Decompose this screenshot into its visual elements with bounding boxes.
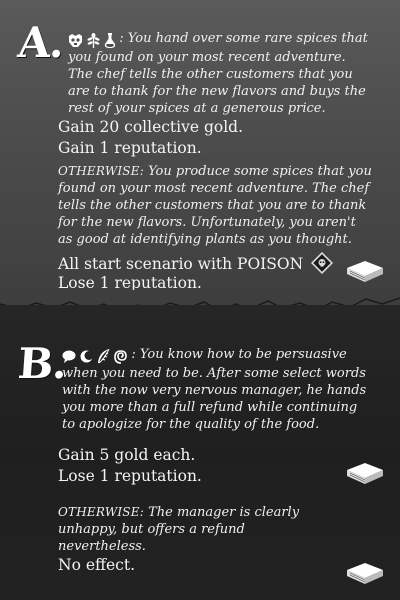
poison-icon <box>311 251 334 280</box>
requirement-icons <box>68 32 116 49</box>
feather-icon <box>98 348 110 364</box>
spiral-icon <box>114 349 128 364</box>
option-b-effect-2: Lose 1 reputation. <box>58 467 202 485</box>
option-a-letter: A. <box>16 18 65 67</box>
book-icon <box>347 563 383 584</box>
otherwise-label: OTHERWISE: <box>58 164 144 178</box>
herb-sprig-icon <box>87 33 100 48</box>
option-b-otherwise-effect-1: No effect. <box>58 556 136 574</box>
poison-effect-text: All start scenario with POISON <box>58 255 304 273</box>
option-a-effect-2: Gain 1 reputation. <box>58 139 202 157</box>
speech-bubble-icon <box>62 350 76 363</box>
skull-mask-icon <box>69 33 82 47</box>
option-a-panel: A. : You hand over some rare spices that… <box>0 0 400 305</box>
crescent-moon-icon <box>80 350 94 363</box>
option-a-effect-1: Gain 20 collective gold. <box>58 118 244 136</box>
option-a-otherwise: OTHERWISE: You produce some spices that … <box>58 163 373 248</box>
otherwise-label: OTHERWISE: <box>58 505 144 519</box>
requirement-icons <box>62 348 128 365</box>
option-b-panel: B. : You know how to be persuasive when … <box>0 305 400 600</box>
option-b-intro: : You know how to be persuasive when you… <box>62 346 374 433</box>
option-b-letter: B. <box>16 339 68 388</box>
option-a-intro: : You hand over some rare spices that yo… <box>68 30 373 117</box>
option-b-effect-1: Gain 5 gold each. <box>58 446 196 464</box>
option-b-otherwise: OTHERWISE: The manager is clearly unhapp… <box>58 504 318 555</box>
book-icon <box>347 463 383 484</box>
potion-flask-icon <box>105 33 116 48</box>
book-icon <box>347 261 383 282</box>
